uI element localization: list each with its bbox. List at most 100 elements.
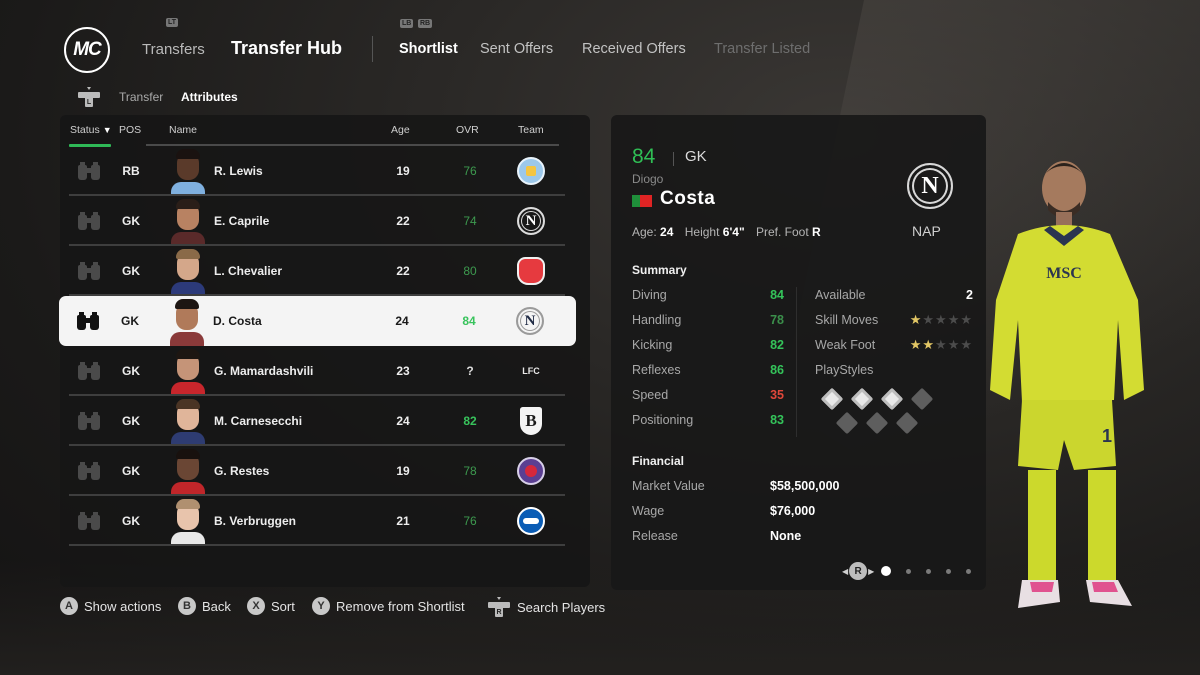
position-cell: RB: [122, 164, 140, 178]
star-empty-icon: ★: [947, 312, 961, 327]
dpad-left-icon: L: [78, 87, 100, 107]
player-position: GK: [685, 148, 707, 165]
status-cell: [74, 446, 104, 496]
table-row[interactable]: GK M. Carnesecchi 24 82 B: [60, 396, 575, 446]
position-cell: GK: [122, 264, 140, 278]
status-cell: [74, 396, 104, 446]
tab-received-offers[interactable]: Received Offers: [582, 41, 686, 57]
playstyle-empty-slot-icon: [835, 411, 859, 435]
binoculars-icon: [78, 262, 100, 280]
pager-right-arrow-icon[interactable]: ▶: [868, 567, 874, 576]
age-cell: 22: [396, 264, 410, 278]
playstyles-label: PlayStyles: [815, 363, 874, 377]
hint-show-actions[interactable]: A Show actions: [60, 597, 161, 615]
button-b-icon: B: [178, 597, 196, 615]
playstyle-empty-slot-icon: [910, 387, 934, 411]
ovr-cell: 76: [463, 514, 477, 528]
team-cell: [515, 446, 547, 496]
pager-left-arrow-icon[interactable]: ◀: [842, 567, 848, 576]
attribute-label: Diving: [632, 288, 667, 302]
svg-text:1: 1: [1102, 426, 1112, 446]
hint-remove-from-shortlist[interactable]: Y Remove from Shortlist: [312, 597, 465, 615]
foot-label: Pref. Foot: [756, 225, 809, 239]
page-dot[interactable]: [946, 568, 952, 574]
column-team[interactable]: Team: [518, 124, 544, 136]
playstyle-empty-slot-icon: [865, 411, 889, 435]
table-row[interactable]: RB R. Lewis 19 76: [60, 146, 575, 196]
hint-label: Show actions: [84, 598, 162, 614]
age-label: Age:: [632, 225, 657, 239]
player-name: E. Caprile: [214, 214, 270, 228]
column-status-label: Status: [70, 124, 100, 136]
detail-pager[interactable]: ◀ R ▶: [841, 562, 972, 580]
table-row[interactable]: GK D. Costa 24 84 N: [59, 296, 576, 346]
age-cell: 24: [395, 314, 409, 328]
binoculars-icon: [78, 212, 100, 230]
dpad-icon: R: [488, 597, 510, 617]
attribute-row: Positioning 83: [632, 413, 784, 427]
player-bio: Age: 24 Height 6'4" Pref. Foot R: [632, 225, 829, 239]
hint-label: Sort: [271, 598, 295, 614]
table-row[interactable]: GK E. Caprile 22 74 N: [60, 196, 575, 246]
column-pos[interactable]: POS: [119, 124, 141, 136]
tab-transfer-listed[interactable]: Transfer Listed: [714, 41, 810, 57]
playstyle-icon[interactable]: [820, 387, 844, 411]
napoli-crest-icon: N: [907, 163, 953, 209]
table-row[interactable]: GK L. Chevalier 22 80: [60, 246, 575, 296]
column-ovr[interactable]: OVR: [456, 124, 479, 136]
svg-text:L: L: [87, 99, 92, 106]
ovr-cell: ?: [466, 364, 474, 378]
age-cell: 21: [396, 514, 410, 528]
hint-sort[interactable]: X Sort: [247, 597, 295, 615]
hint-back[interactable]: B Back: [178, 597, 231, 615]
age-cell: 22: [396, 214, 410, 228]
position-cell: GK: [122, 514, 140, 528]
subtab-attributes[interactable]: Attributes: [181, 90, 238, 104]
status-cell: [74, 246, 104, 296]
attribute-label: Kicking: [632, 338, 673, 352]
column-age[interactable]: Age: [391, 124, 410, 136]
status-cell: [74, 196, 104, 246]
column-status[interactable]: Status ▼: [70, 124, 112, 136]
bha-crest-icon: [517, 507, 545, 535]
page-dot[interactable]: [881, 566, 892, 576]
hint-search-players[interactable]: R Search Players: [487, 597, 605, 617]
star-empty-icon: ★: [935, 312, 948, 327]
page-dot[interactable]: [906, 568, 912, 574]
age-cell: 24: [396, 414, 410, 428]
binoculars-icon: [78, 512, 100, 530]
ovr-cell: 82: [463, 414, 477, 428]
binoculars-icon: [78, 162, 100, 180]
subtab-transfer[interactable]: Transfer: [119, 90, 163, 104]
tab-shortlist[interactable]: Shortlist: [399, 41, 458, 57]
player-name: G. Mamardashvili: [214, 364, 314, 378]
financial-value: $76,000: [770, 504, 816, 518]
player-portrait: [166, 396, 210, 446]
divider: [673, 152, 674, 166]
available-label: Available: [815, 288, 866, 302]
table-row[interactable]: GK B. Verbruggen 21 76: [60, 496, 575, 546]
financial-title: Financial: [632, 454, 685, 468]
star-filled-icon: ★: [909, 312, 923, 327]
attribute-row: Diving 84: [632, 288, 784, 302]
status-cell: [74, 346, 104, 396]
height-label: Height: [684, 225, 720, 239]
lb-button-hint-icon: LB: [400, 19, 414, 28]
status-cell: [74, 496, 104, 546]
lt-button-hint-icon: LT: [166, 18, 179, 27]
financial-label: Release: [632, 529, 678, 543]
table-row[interactable]: GK G. Mamardashvili 23? LFC: [60, 346, 575, 396]
page-dot[interactable]: [926, 568, 932, 574]
playstyle-icon[interactable]: [880, 387, 904, 411]
weak-foot-row: Weak Foot ★★★★★: [815, 337, 973, 352]
player-3d-model: MSC 1: [990, 161, 1144, 608]
age-cell: 23: [396, 364, 410, 378]
playstyle-icon[interactable]: [850, 387, 874, 411]
tab-sent-offers[interactable]: Sent Offers: [480, 41, 553, 57]
nav-transfers[interactable]: Transfers: [142, 41, 205, 58]
table-row[interactable]: GK G. Restes 19 78: [60, 446, 575, 496]
nap-crest-icon: N: [517, 207, 545, 235]
column-name[interactable]: Name: [169, 124, 197, 136]
star-empty-icon: ★: [922, 312, 936, 327]
page-dot[interactable]: [966, 568, 972, 574]
